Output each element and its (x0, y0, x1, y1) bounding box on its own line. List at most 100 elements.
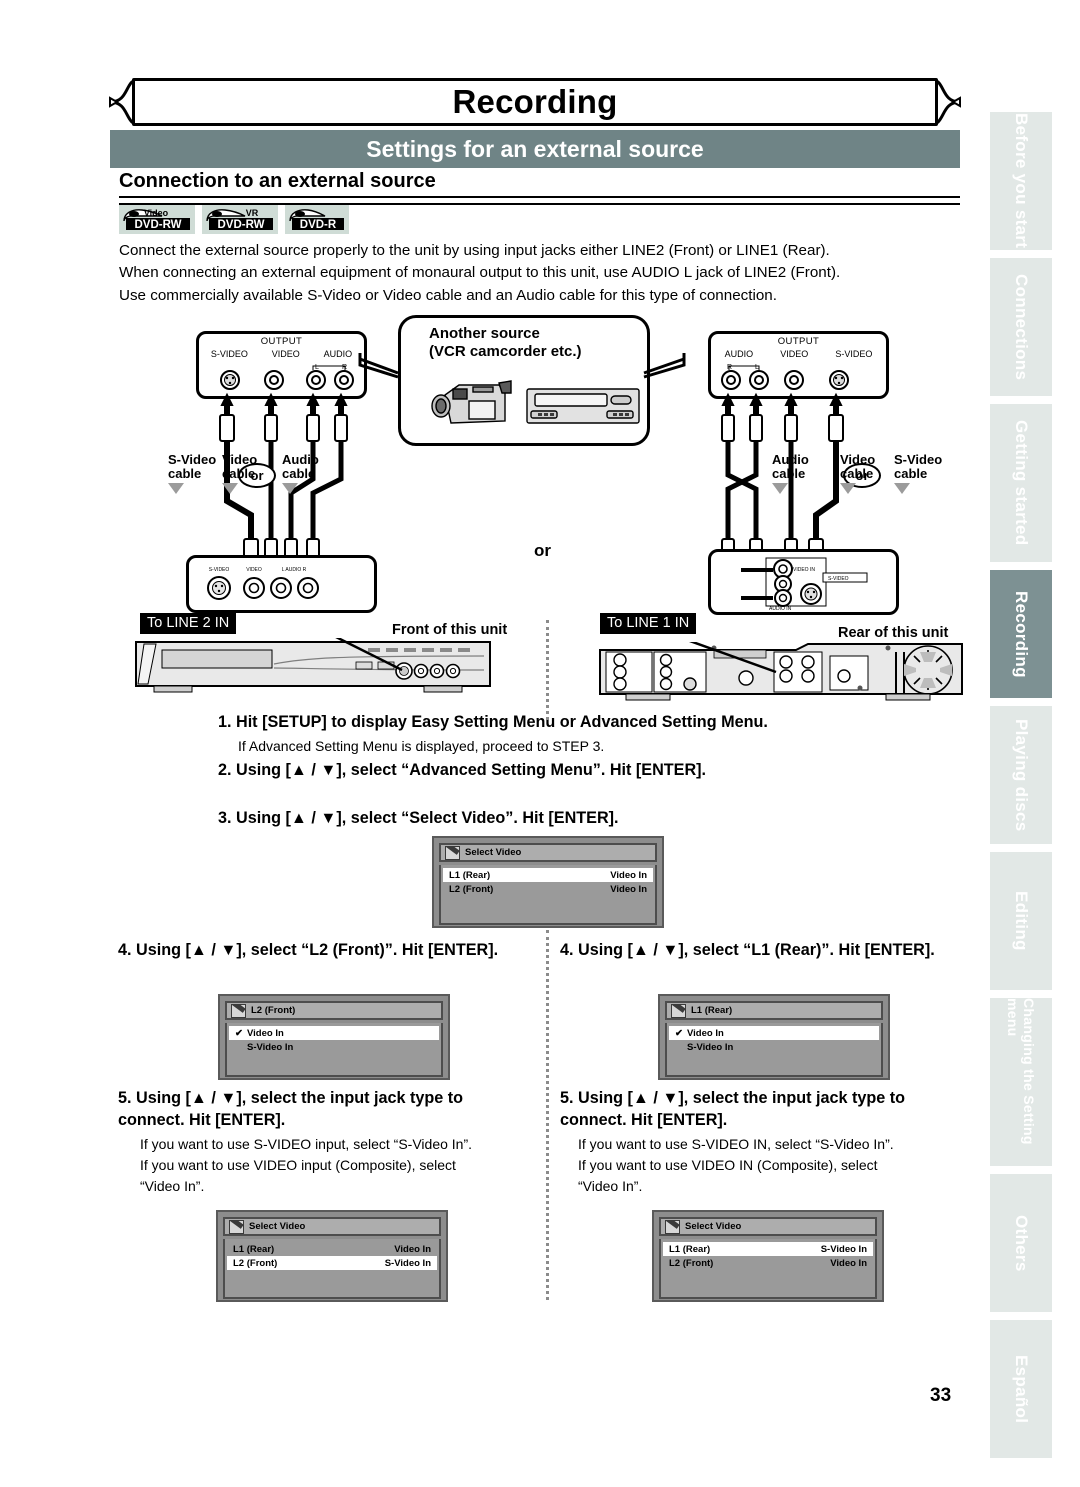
right-cable-label-video: Video cable (840, 453, 875, 495)
right-output-label: OUTPUT (777, 336, 820, 347)
step-2: 2. Using [▲ / ▼], select “Advanced Setti… (218, 761, 707, 779)
svg-text:DVD-RW: DVD-RW (134, 219, 181, 231)
sidebar-tab-others[interactable]: Others (990, 1174, 1052, 1312)
or-center-label: or (534, 541, 551, 560)
sidebar-tab-before-you-start[interactable]: Before you start (990, 112, 1052, 250)
osd-menu-icon (231, 1003, 246, 1018)
intro-line-1: Connect the external source properly to … (119, 242, 830, 259)
osd-body: L1 (Rear) Video In L2 (Front) S-Video In (223, 1239, 441, 1299)
svg-text:VR: VR (246, 208, 259, 218)
section-banner: Settings for an external source (110, 130, 960, 168)
osd-select-video-step5-left: Select Video L1 (Rear) Video In L2 (Fron… (216, 1210, 448, 1302)
step-4-left: 4. Using [▲ / ▼], select “L2 (Front)”. H… (118, 941, 499, 959)
dvd-r-badge: DVD-R (285, 205, 349, 234)
osd-title-bar: Select Video (223, 1217, 441, 1236)
chapter-tab-sidebar: Before you start Connections Getting sta… (990, 0, 1080, 1487)
osd-select-video-step5-right: Select Video L1 (Rear) S-Video In L2 (Fr… (652, 1210, 884, 1302)
sidebar-tab-editing[interactable]: Editing (990, 852, 1052, 990)
svg-text:Video: Video (144, 208, 169, 218)
osd-row-l1[interactable]: L1 (Rear) Video In (443, 868, 653, 882)
rear-of-unit-caption: Rear of this unit (838, 625, 949, 641)
osd-row-video-in[interactable]: ✔ Video In (669, 1026, 879, 1040)
sidebar-tab-getting-started[interactable]: Getting started (990, 404, 1052, 562)
osd-title-bar: L2 (Front) (225, 1001, 443, 1020)
svg-text:DVD-RW: DVD-RW (217, 219, 264, 231)
intro-line-3: Use commercially available S-Video or Vi… (119, 286, 777, 304)
osd-row-s-video-in[interactable]: S-Video In (669, 1040, 879, 1054)
step-5-left: 5. Using [▲ / ▼], select the input jack … (118, 1089, 464, 1129)
page-number: 33 (930, 1385, 952, 1406)
front-of-unit-caption: Front of this unit (392, 622, 508, 638)
dvd-r-disc-icon: DVD-R (289, 209, 344, 231)
chapter-title-box: Recording (132, 78, 938, 126)
step-5-left-note: If you want to use S-VIDEO input, select… (140, 1136, 473, 1194)
dvd-rw-vr-disc-icon: VR DVD-RW (206, 208, 273, 231)
right-unit-input-panel: VIDEO IN S-VIDEO AUDIO IN (708, 549, 899, 615)
osd-body: L1 (Rear) S-Video In L2 (Front) Video In (659, 1239, 877, 1299)
osd-menu-icon (445, 845, 460, 860)
rear-jack-label-video-in: VIDEO IN (793, 567, 815, 573)
svg-text:DVD-R: DVD-R (300, 219, 337, 231)
osd-l2-front-step4: L2 (Front) ✔ Video In S-Video In (218, 994, 450, 1080)
dvd-rw-video-badge: Video DVD-RW (119, 205, 195, 234)
osd-row-l1[interactable]: L1 (Rear) S-Video In (663, 1242, 873, 1256)
rear-jack-label-audio-in: AUDIO IN (769, 606, 792, 612)
osd-title-bar: L1 (Rear) (665, 1001, 883, 1020)
osd-body: L1 (Rear) Video In L2 (Front) Video In (439, 865, 657, 925)
osd-title-label: L1 (Rear) (691, 1005, 733, 1016)
svg-text:R: R (727, 364, 732, 371)
osd-title-bar: Select Video (439, 843, 657, 862)
osd-row-l2[interactable]: L2 (Front) Video In (663, 1256, 873, 1270)
osd-title-label: Select Video (685, 1221, 742, 1232)
sidebar-tab-playing-discs[interactable]: Playing discs (990, 706, 1052, 844)
osd-menu-icon (229, 1219, 244, 1234)
osd-row-s-video-in[interactable]: S-Video In (229, 1040, 439, 1054)
osd-body: ✔ Video In S-Video In (665, 1023, 883, 1077)
osd-menu-icon (671, 1003, 686, 1018)
osd-title-bar: Select Video (659, 1217, 877, 1236)
sidebar-tab-connections[interactable]: Connections (990, 258, 1052, 396)
sidebar-tab-espanol[interactable]: Español (990, 1320, 1052, 1458)
osd-menu-icon (665, 1219, 680, 1234)
dvd-rw-vr-badge: VR DVD-RW (202, 205, 278, 234)
step-1: 1. Hit [SETUP] to display Easy Setting M… (218, 713, 768, 731)
right-cable-label-svideo: S-Video cable (894, 453, 942, 495)
right-jack-label-audio: AUDIO (724, 349, 754, 359)
osd-title-label: Select Video (249, 1221, 306, 1232)
right-cable-label-audio: Audio cable (772, 453, 809, 495)
subsection-heading: Connection to an external source (119, 170, 436, 192)
sidebar-tab-recording[interactable]: Recording (990, 570, 1052, 698)
osd-row-l1[interactable]: L1 (Rear) Video In (227, 1242, 437, 1256)
osd-row-l2[interactable]: L2 (Front) S-Video In (227, 1256, 437, 1270)
right-cable-arrow-video (840, 483, 856, 495)
column-divider-lower (546, 930, 549, 1300)
column-divider-upper (546, 620, 549, 720)
intro-line-2: When connecting an external equipment of… (119, 264, 841, 282)
osd-select-video-step3: Select Video L1 (Rear) Video In L2 (Fron… (432, 836, 664, 928)
osd-title-label: Select Video (465, 847, 522, 858)
to-line2-in-tag: To LINE 2 IN (140, 613, 237, 634)
osd-row-l2[interactable]: L2 (Front) Video In (443, 882, 653, 896)
dvd-rw-video-disc-icon: Video DVD-RW (123, 208, 190, 231)
right-jack-label-svideo: S-VIDEO (835, 349, 873, 359)
osd-l1-rear-step4: L1 (Rear) ✔ Video In S-Video In (658, 994, 890, 1080)
front-panel-illustration-icon (135, 638, 491, 693)
osd-row-video-in[interactable]: ✔ Video In (229, 1026, 439, 1040)
step-5-right: 5. Using [▲ / ▼], select the input jack … (560, 1089, 906, 1129)
disc-type-badges: Video DVD-RW VR DVD-RW DVD-R (119, 205, 349, 234)
section-banner-label: Settings for an external source (366, 135, 704, 162)
step-4-right: 4. Using [▲ / ▼], select “L1 (Rear)”. Hi… (560, 941, 935, 959)
manual-page: Recording Settings for an external sourc… (0, 0, 1080, 1487)
rear-panel-illustration-icon (599, 642, 963, 701)
osd-title-label: L2 (Front) (251, 1005, 296, 1016)
right-cable-arrow-svideo (894, 483, 910, 495)
to-line1-in-tag: To LINE 1 IN (600, 613, 697, 634)
right-cable-arrow-audio (772, 483, 788, 495)
chapter-header: Recording (109, 78, 961, 126)
rear-jack-label-svideo: S-VIDEO (828, 576, 849, 582)
sidebar-tab-changing-the-setting-menu[interactable]: Changing the Setting menu (990, 998, 1052, 1166)
page-title: Recording (452, 83, 618, 120)
intro-paragraph: Connect the external source properly to … (119, 240, 969, 307)
rear-input-jacks-icon: VIDEO IN S-VIDEO AUDIO IN (741, 557, 868, 612)
osd-body: ✔ Video In S-Video In (225, 1023, 443, 1077)
